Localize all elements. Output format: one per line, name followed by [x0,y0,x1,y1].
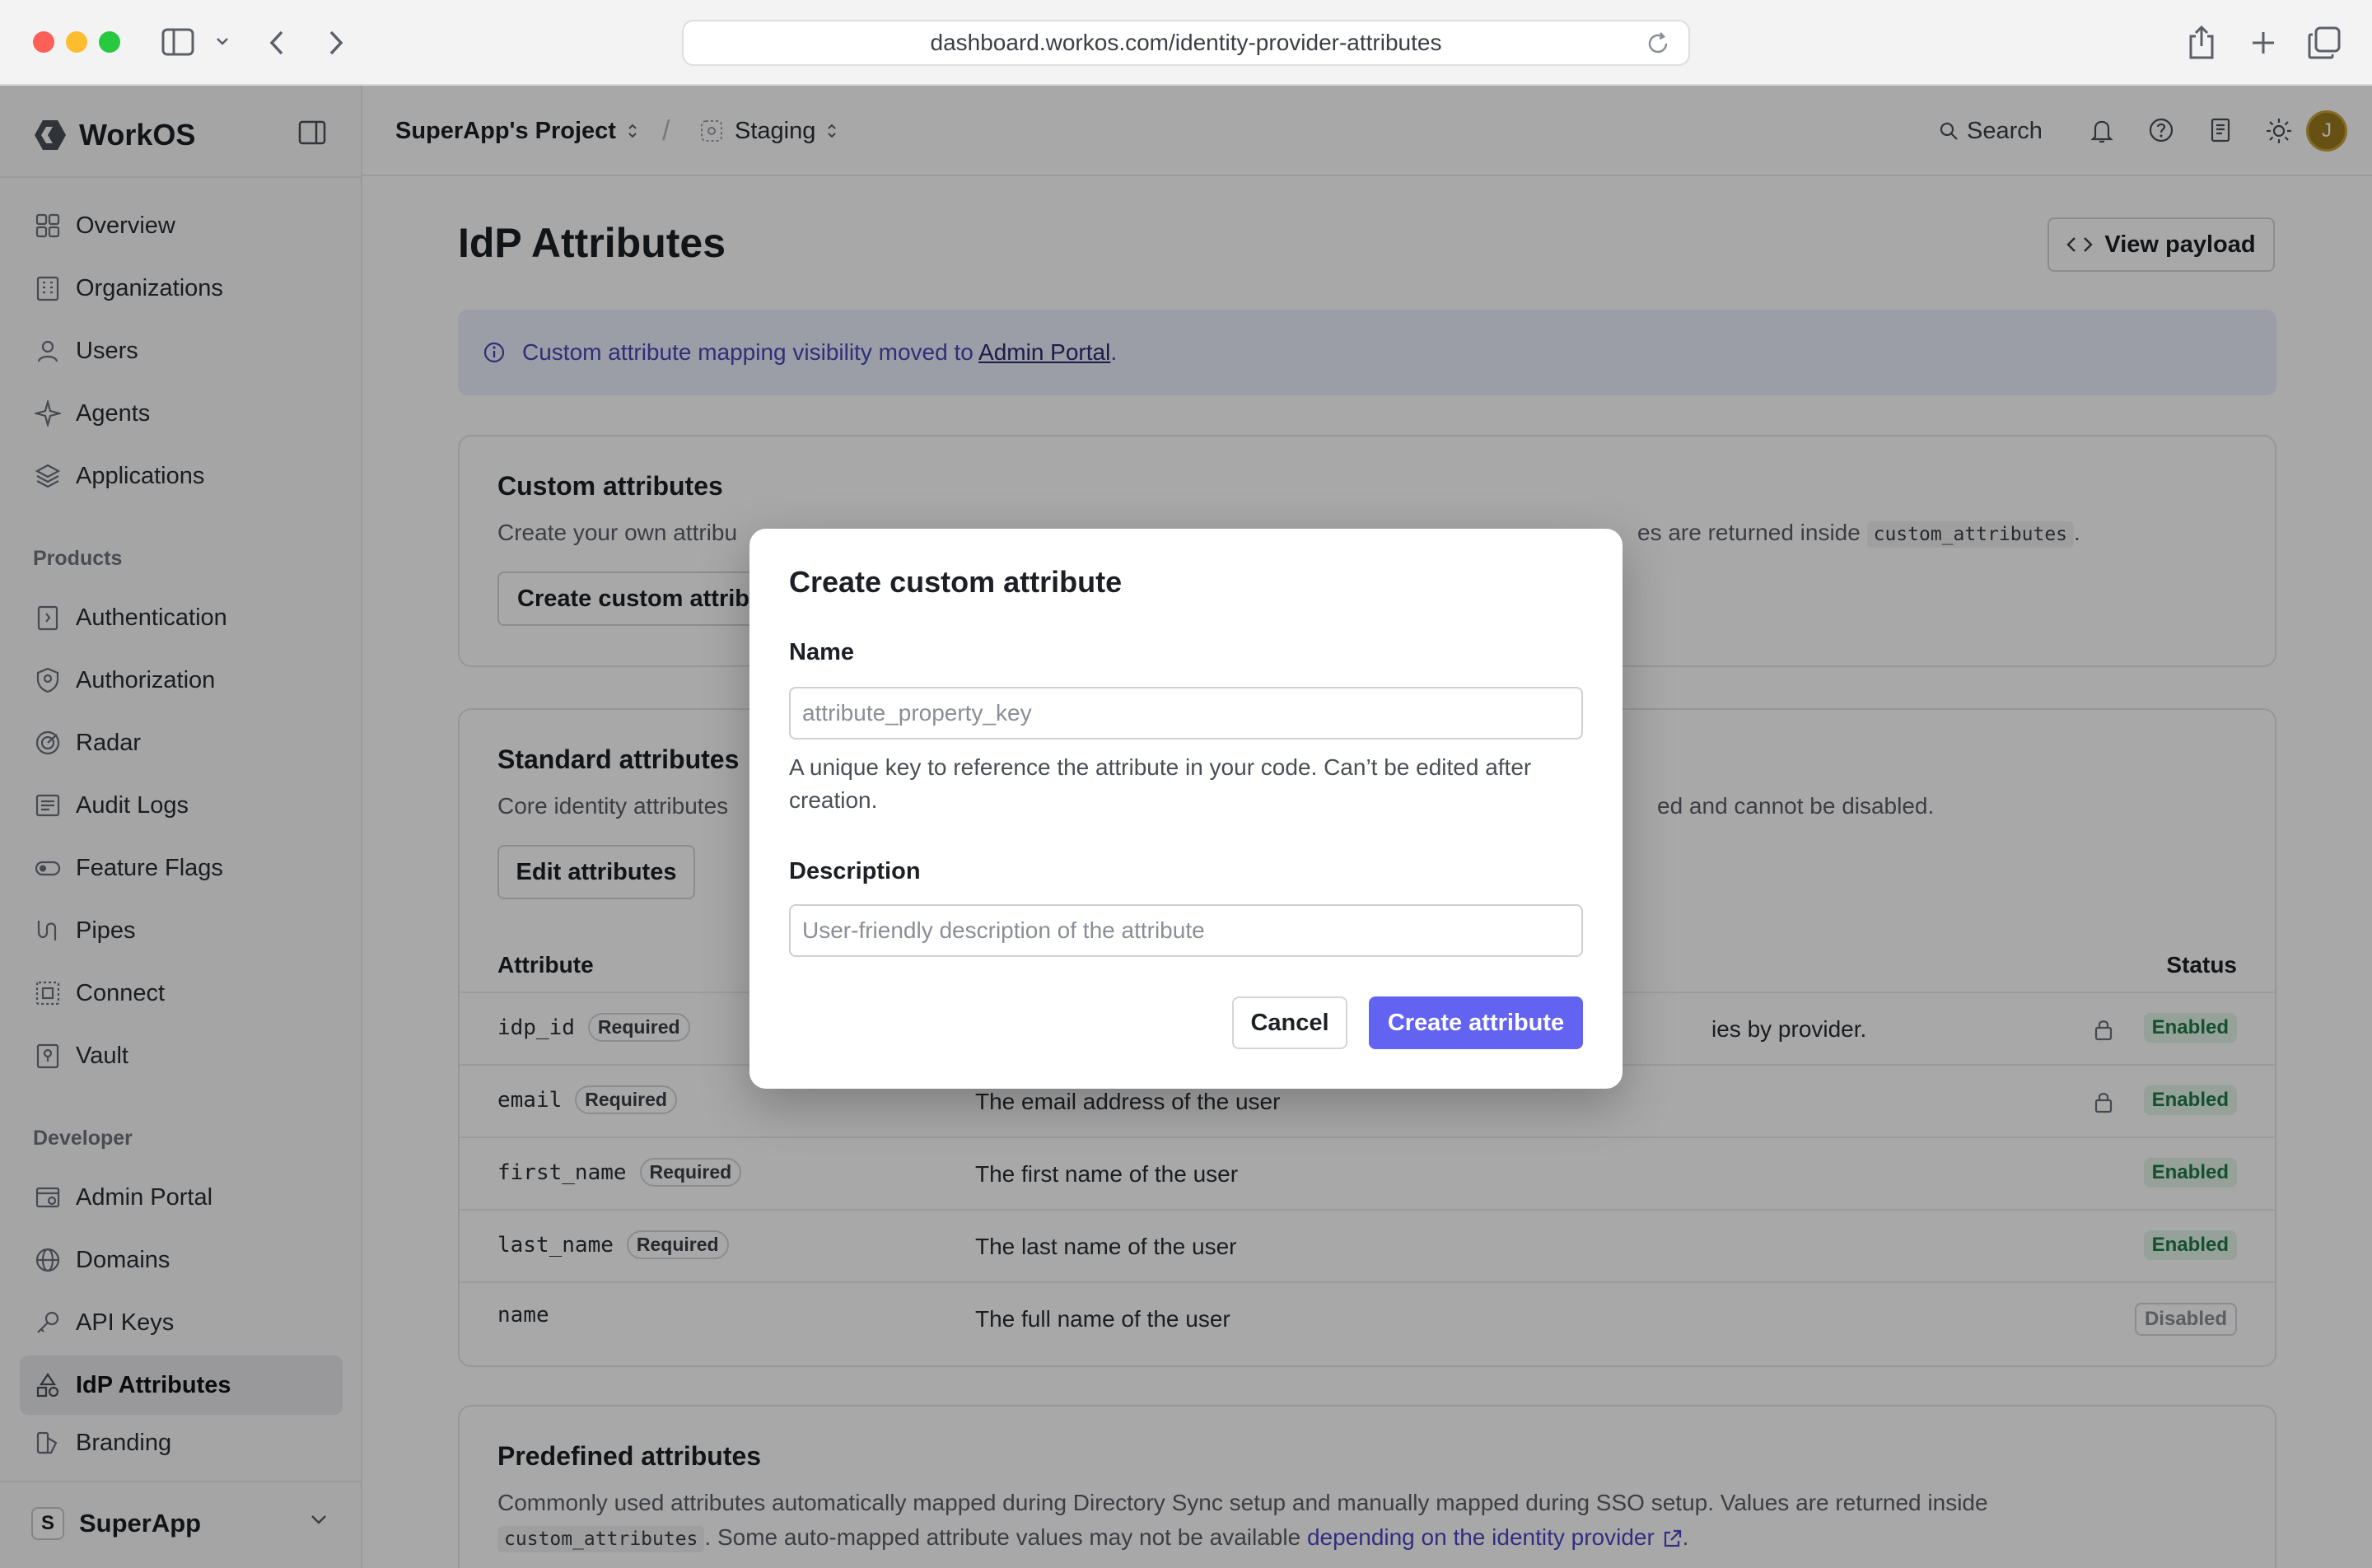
name-field[interactable] [789,687,1583,740]
minimize-window-button[interactable] [66,31,87,53]
forward-icon[interactable] [328,30,344,56]
name-help-text: A unique key to reference the attribute … [789,754,1532,813]
back-icon[interactable] [268,30,285,56]
url-text: dashboard.workos.com/identity-provider-a… [930,30,1442,55]
address-bar[interactable]: dashboard.workos.com/identity-provider-a… [682,20,1690,66]
browser-toolbar: dashboard.workos.com/identity-provider-a… [0,0,2372,86]
cancel-button[interactable]: Cancel [1232,996,1347,1049]
description-field[interactable] [789,904,1583,957]
create-attribute-dialog: Create custom attribute Name A unique ke… [749,529,1623,1089]
share-icon[interactable] [2188,25,2216,59]
name-label: Name [789,639,854,665]
sidebar-toggle-icon[interactable] [161,28,194,56]
chevron-down-icon[interactable] [216,36,229,46]
new-tab-icon[interactable] [2250,30,2276,56]
maximize-window-button[interactable] [99,31,120,53]
dialog-title: Create custom attribute [789,565,1123,599]
cancel-label: Cancel [1250,1009,1329,1036]
close-window-button[interactable] [33,31,54,53]
tab-overview-icon[interactable] [2308,26,2341,59]
create-attribute-button[interactable]: Create attribute [1369,996,1583,1049]
description-label: Description [789,858,921,884]
reload-icon[interactable] [1646,31,1670,56]
